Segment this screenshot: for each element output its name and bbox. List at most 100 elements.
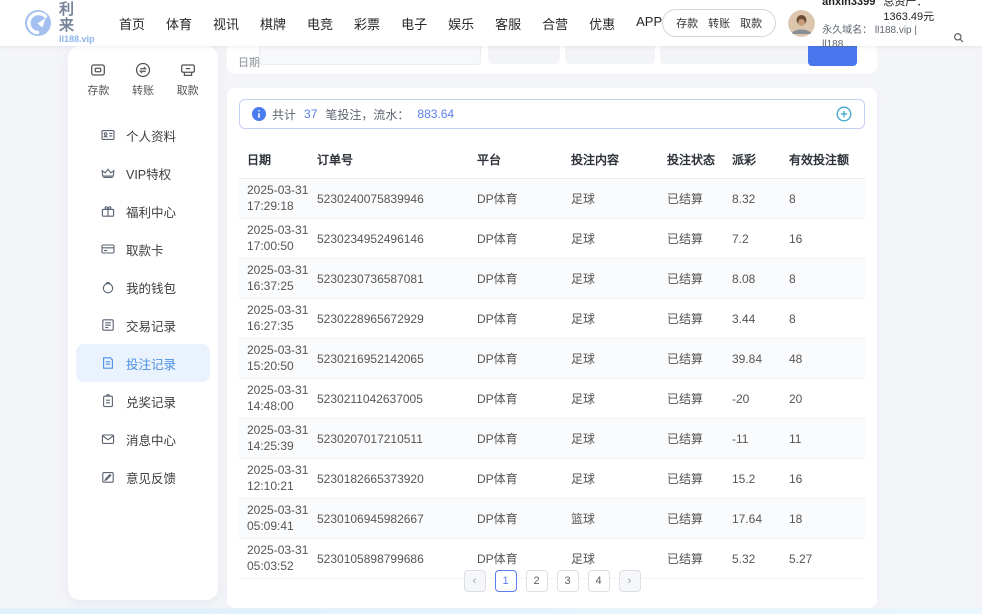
table-body: 2025-03-3117:29:18 5230240075839946 DP体育…	[239, 179, 865, 579]
nav-item[interactable]: 彩票	[354, 14, 380, 33]
sidebar-quick-withdraw[interactable]: 取款	[165, 61, 210, 98]
wallet-icon	[100, 279, 116, 295]
table-row: 2025-03-3116:27:35 5230228965672929 DP体育…	[239, 299, 865, 339]
prev-page-button[interactable]: ‹	[464, 570, 486, 592]
cell-order-number: 5230211042637005	[317, 392, 477, 406]
nav-item[interactable]: 电子	[401, 14, 427, 33]
table-header-cell: 投注内容	[571, 151, 667, 168]
cell-platform: DP体育	[477, 350, 571, 367]
summary-middle: 笔投注，流水：	[325, 106, 409, 123]
cell-platform: DP体育	[477, 550, 571, 567]
main-nav: 首页 体育 视讯 棋牌 电竞 彩票 电子 娱乐 客服 合营 优惠 APP	[119, 14, 662, 33]
avatar[interactable]	[788, 10, 815, 37]
bet-record-icon	[100, 355, 116, 371]
sidebar-item-wallet[interactable]: 我的钱包	[76, 268, 210, 306]
cell-bet-content: 足球	[571, 270, 667, 287]
table-header-cell: 派彩	[732, 151, 789, 168]
next-page-button[interactable]: ›	[619, 570, 641, 592]
sidebar: 存款 转账 取款 个人资料 VIP特权	[68, 46, 218, 600]
search-icon[interactable]	[953, 32, 964, 43]
wallet-action-button[interactable]: 取款	[740, 15, 762, 31]
cell-bet-status: 已结算	[667, 270, 732, 287]
bet-records-table: 日期订单号平台投注内容投注状态派彩有效投注额 2025-03-3117:29:1…	[239, 142, 865, 579]
id-card-icon	[100, 127, 116, 143]
footer-strip	[0, 608, 982, 614]
wallet-actions-pill: 存款转账取款	[662, 9, 776, 37]
sidebar-item-label: 取款卡	[126, 240, 164, 259]
sidebar-item-welfare[interactable]: 福利中心	[76, 192, 210, 230]
sidebar-item-withdraw-card[interactable]: 取款卡	[76, 230, 210, 268]
sidebar-item-vip[interactable]: VIP特权	[76, 154, 210, 192]
sidebar-item-transactions[interactable]: 交易记录	[76, 306, 210, 344]
logo[interactable]: 利来 ll188.vip	[24, 2, 95, 45]
sidebar-item-bet-records[interactable]: 投注记录	[76, 344, 210, 382]
cell-date: 2025-03-3114:48:00	[247, 383, 317, 414]
transfer-icon	[134, 61, 152, 79]
table-header-cell: 有效投注额	[789, 151, 865, 168]
sidebar-quick-deposit[interactable]: 存款	[76, 61, 121, 98]
summary-bar: 共计 37 笔投注，流水： 883.64	[239, 99, 865, 129]
top-header: 利来 ll188.vip 首页 体育 视讯 棋牌 电竞 彩票 电子 娱乐 客服 合营 优惠 APP 存…	[0, 0, 982, 46]
withdraw-icon	[179, 61, 197, 79]
feedback-pen-icon	[100, 469, 116, 485]
table-header-cell: 订单号	[317, 151, 477, 168]
page-number-button[interactable]: 4	[588, 570, 610, 592]
page-number-button[interactable]: 2	[526, 570, 548, 592]
cell-bet-status: 已结算	[667, 510, 732, 527]
quick-label: 转账	[132, 82, 154, 98]
cell-valid-amount: 20	[789, 392, 865, 406]
nav-item[interactable]: 优惠	[589, 14, 615, 33]
filter-option-group[interactable]	[565, 46, 655, 64]
sidebar-item-redeem-records[interactable]: 兑奖记录	[76, 382, 210, 420]
cell-valid-amount: 18	[789, 512, 865, 526]
nav-item[interactable]: 棋牌	[260, 14, 286, 33]
date-range-input[interactable]	[259, 46, 481, 65]
sidebar-item-label: 个人资料	[126, 126, 176, 145]
clipboard-icon	[100, 393, 116, 409]
plus-circle-icon[interactable]	[836, 106, 852, 122]
wallet-action-button[interactable]: 存款	[676, 15, 698, 31]
filter-option-group[interactable]	[488, 46, 560, 64]
nav-item[interactable]: APP	[636, 14, 662, 33]
cell-bet-status: 已结算	[667, 430, 732, 447]
nav-item[interactable]: 首页	[119, 14, 145, 33]
nav-item[interactable]: 电竞	[307, 14, 333, 33]
cell-payout: 17.64	[732, 512, 789, 526]
cell-order-number: 5230216952142065	[317, 352, 477, 366]
sidebar-item-label: 消息中心	[126, 430, 176, 449]
logo-domain: ll188.vip	[59, 35, 95, 45]
nav-item[interactable]: 合营	[542, 14, 568, 33]
cell-bet-content: 足球	[571, 470, 667, 487]
page-number-button[interactable]: 1	[495, 570, 517, 592]
sidebar-item-label: 意见反馈	[126, 468, 176, 487]
cell-bet-status: 已结算	[667, 470, 732, 487]
sidebar-item-messages[interactable]: 消息中心	[76, 420, 210, 458]
nav-item[interactable]: 娱乐	[448, 14, 474, 33]
table-row: 2025-03-3115:20:50 5230216952142065 DP体育…	[239, 339, 865, 379]
sidebar-quick-transfer[interactable]: 转账	[121, 61, 166, 98]
nav-item[interactable]: 客服	[495, 14, 521, 33]
table-header-row: 日期订单号平台投注内容投注状态派彩有效投注额	[239, 142, 865, 179]
logo-title: 利来	[59, 2, 95, 35]
cell-order-number: 5230230736587081	[317, 272, 477, 286]
cell-payout: 8.08	[732, 272, 789, 286]
sidebar-item-feedback[interactable]: 意见反馈	[76, 458, 210, 496]
envelope-icon	[100, 431, 116, 447]
sidebar-item-profile[interactable]: 个人资料	[76, 116, 210, 154]
cell-date: 2025-03-3112:10:21	[247, 463, 317, 494]
cell-date: 2025-03-3116:37:25	[247, 263, 317, 294]
cell-bet-content: 足球	[571, 350, 667, 367]
nav-item[interactable]: 体育	[166, 14, 192, 33]
cell-bet-content: 篮球	[571, 510, 667, 527]
bet-records-panel: 共计 37 笔投注，流水： 883.64 日期订单号平台投注内容投注状态派彩有效…	[227, 88, 877, 608]
cell-valid-amount: 48	[789, 352, 865, 366]
page-number-button[interactable]: 3	[557, 570, 579, 592]
sidebar-item-label: 兑奖记录	[126, 392, 176, 411]
user-box: anxin3399 总资产： 1363.49元 永久域名： ll188.vip …	[788, 0, 964, 51]
cell-order-number: 5230240075839946	[317, 192, 477, 206]
wallet-action-button[interactable]: 转账	[708, 15, 730, 31]
cell-platform: DP体育	[477, 510, 571, 527]
permanent-domain: 永久域名： ll188.vip | ll188....	[822, 24, 950, 51]
nav-item[interactable]: 视讯	[213, 14, 239, 33]
cell-order-number: 5230106945982667	[317, 512, 477, 526]
